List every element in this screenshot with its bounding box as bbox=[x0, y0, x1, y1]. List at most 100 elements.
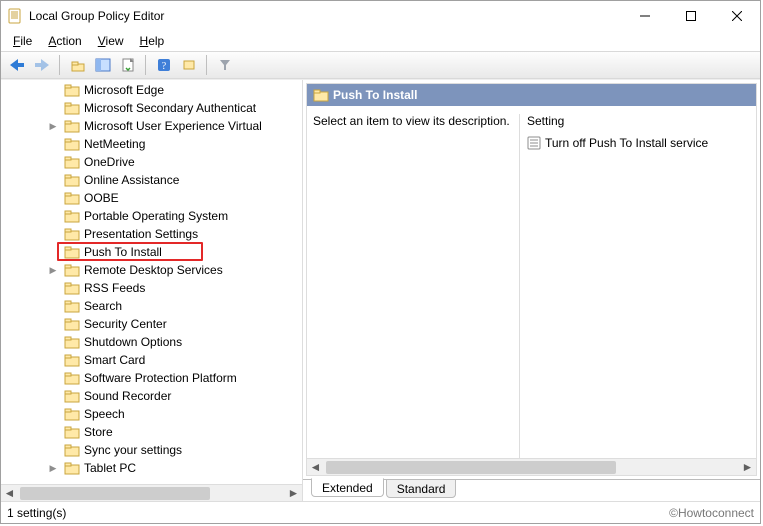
scroll-left-arrow[interactable]: ◄ bbox=[307, 460, 324, 475]
scroll-left-arrow[interactable]: ◄ bbox=[1, 486, 18, 501]
tree-item[interactable]: ▶Microsoft Edge bbox=[4, 83, 299, 99]
tree-item[interactable]: ▶Online Assistance bbox=[4, 171, 299, 189]
tree-item-label: Software Protection Platform bbox=[84, 371, 237, 385]
back-button[interactable] bbox=[5, 54, 28, 76]
folder-icon bbox=[64, 83, 80, 97]
folder-icon bbox=[64, 137, 80, 151]
tab-standard[interactable]: Standard bbox=[386, 479, 457, 498]
settings-column: Setting Turn off Push To Install service bbox=[527, 114, 750, 450]
folder-icon bbox=[64, 299, 80, 313]
watermark-text: ©Howtoconnect bbox=[669, 506, 754, 520]
folder-icon bbox=[64, 425, 80, 439]
tree-item-label: Sync your settings bbox=[84, 443, 182, 457]
tree-item[interactable]: ▶Shutdown Options bbox=[4, 333, 299, 351]
folder-icon bbox=[64, 155, 80, 169]
tree-item[interactable]: ▶ Tablet PC bbox=[4, 459, 299, 477]
close-button[interactable] bbox=[714, 1, 760, 31]
tree-pane: ▶Microsoft Edge▶Microsoft Secondary Auth… bbox=[1, 80, 303, 501]
folder-icon bbox=[64, 353, 80, 367]
help-button[interactable]: ? bbox=[152, 54, 175, 76]
tree-item-label: Smart Card bbox=[84, 353, 145, 367]
folder-icon bbox=[64, 209, 80, 223]
titlebar: Local Group Policy Editor bbox=[1, 1, 760, 31]
tree-item-label: Tablet PC bbox=[84, 461, 136, 475]
minimize-button[interactable] bbox=[622, 1, 668, 31]
folder-icon bbox=[64, 245, 80, 259]
tree-item-label: Security Center bbox=[84, 317, 167, 331]
forward-button[interactable] bbox=[30, 54, 53, 76]
tree-item[interactable]: ▶OOBE bbox=[4, 189, 299, 207]
setting-label: Turn off Push To Install service bbox=[545, 136, 708, 150]
show-hide-tree[interactable] bbox=[91, 54, 114, 76]
category-title: Push To Install bbox=[333, 88, 417, 102]
details-body: Push To Install Select an item to view i… bbox=[306, 83, 757, 476]
scroll-thumb[interactable] bbox=[326, 461, 616, 474]
properties-button[interactable] bbox=[177, 54, 200, 76]
tree-item-label: Sound Recorder bbox=[84, 389, 171, 403]
maximize-button[interactable] bbox=[668, 1, 714, 31]
menu-file[interactable]: File bbox=[5, 32, 40, 50]
tree-item[interactable]: ▶Microsoft Secondary Authenticat bbox=[4, 99, 299, 117]
tree-item[interactable]: ▶ Remote Desktop Services bbox=[4, 261, 299, 279]
export-list[interactable] bbox=[116, 54, 139, 76]
tree-item-label: Push To Install bbox=[84, 245, 162, 259]
details-horizontal-scrollbar[interactable]: ◄ ► bbox=[307, 458, 756, 475]
separator bbox=[145, 55, 146, 75]
folder-icon bbox=[64, 191, 80, 205]
tree-item-label: Microsoft Edge bbox=[84, 83, 164, 97]
tree-item[interactable]: ▶Search bbox=[4, 297, 299, 315]
settings-column-header: Setting bbox=[527, 114, 750, 128]
separator bbox=[59, 55, 60, 75]
tree-item[interactable]: ▶ Microsoft User Experience Virtual bbox=[4, 117, 299, 135]
tree-item[interactable]: ▶Smart Card bbox=[4, 351, 299, 369]
scroll-thumb[interactable] bbox=[20, 487, 210, 500]
folder-icon bbox=[64, 119, 80, 133]
window-controls bbox=[622, 1, 760, 31]
details-pane: Push To Install Select an item to view i… bbox=[303, 80, 760, 501]
folder-icon bbox=[64, 317, 80, 331]
status-text: 1 setting(s) bbox=[7, 506, 66, 520]
tree-item-label: Speech bbox=[84, 407, 125, 421]
folder-icon bbox=[64, 335, 80, 349]
tree-item[interactable]: ▶Presentation Settings bbox=[4, 225, 299, 243]
tree-item[interactable]: ▶Portable Operating System bbox=[4, 207, 299, 225]
tree-item[interactable]: ▶Push To Install bbox=[4, 243, 299, 261]
tree-item[interactable]: ▶Software Protection Platform bbox=[4, 369, 299, 387]
scroll-right-arrow[interactable]: ► bbox=[285, 486, 302, 501]
tree-item[interactable]: ▶Security Center bbox=[4, 315, 299, 333]
tree-item-label: Microsoft User Experience Virtual bbox=[84, 119, 262, 133]
view-tabs: Extended Standard bbox=[303, 479, 760, 501]
folder-icon bbox=[64, 407, 80, 421]
up-button[interactable] bbox=[66, 54, 89, 76]
app-icon bbox=[7, 8, 23, 24]
menu-view[interactable]: View bbox=[90, 32, 132, 50]
menu-help[interactable]: Help bbox=[132, 32, 173, 50]
expand-chevron-icon[interactable]: ▶ bbox=[46, 463, 60, 474]
expand-chevron-icon[interactable]: ▶ bbox=[46, 121, 60, 132]
tree-view[interactable]: ▶Microsoft Edge▶Microsoft Secondary Auth… bbox=[4, 83, 299, 481]
tree-item[interactable]: ▶Speech bbox=[4, 405, 299, 423]
tree-item[interactable]: ▶Sync your settings bbox=[4, 441, 299, 459]
folder-icon bbox=[64, 263, 80, 277]
tree-item[interactable]: ▶Sound Recorder bbox=[4, 387, 299, 405]
menu-action[interactable]: Action bbox=[40, 32, 89, 50]
expand-chevron-icon[interactable]: ▶ bbox=[46, 265, 60, 276]
tree-item[interactable]: ▶RSS Feeds bbox=[4, 279, 299, 297]
tree-item-label: Remote Desktop Services bbox=[84, 263, 223, 277]
tree-item[interactable]: ▶Store bbox=[4, 423, 299, 441]
tab-extended[interactable]: Extended bbox=[311, 478, 384, 497]
tree-item-label: Portable Operating System bbox=[84, 209, 228, 223]
tree-item-label: Presentation Settings bbox=[84, 227, 198, 241]
scroll-right-arrow[interactable]: ► bbox=[739, 460, 756, 475]
policy-icon bbox=[527, 136, 541, 150]
tree-item-label: Microsoft Secondary Authenticat bbox=[84, 101, 256, 115]
description-text: Select an item to view its description. bbox=[313, 114, 513, 128]
folder-icon bbox=[313, 88, 329, 102]
folder-icon bbox=[64, 371, 80, 385]
tree-horizontal-scrollbar[interactable]: ◄ ► bbox=[1, 484, 302, 501]
extended-view: Select an item to view its description. … bbox=[307, 106, 756, 458]
filter-button[interactable] bbox=[213, 54, 236, 76]
tree-item[interactable]: ▶OneDrive bbox=[4, 153, 299, 171]
tree-item[interactable]: ▶NetMeeting bbox=[4, 135, 299, 153]
setting-item[interactable]: Turn off Push To Install service bbox=[527, 134, 750, 152]
